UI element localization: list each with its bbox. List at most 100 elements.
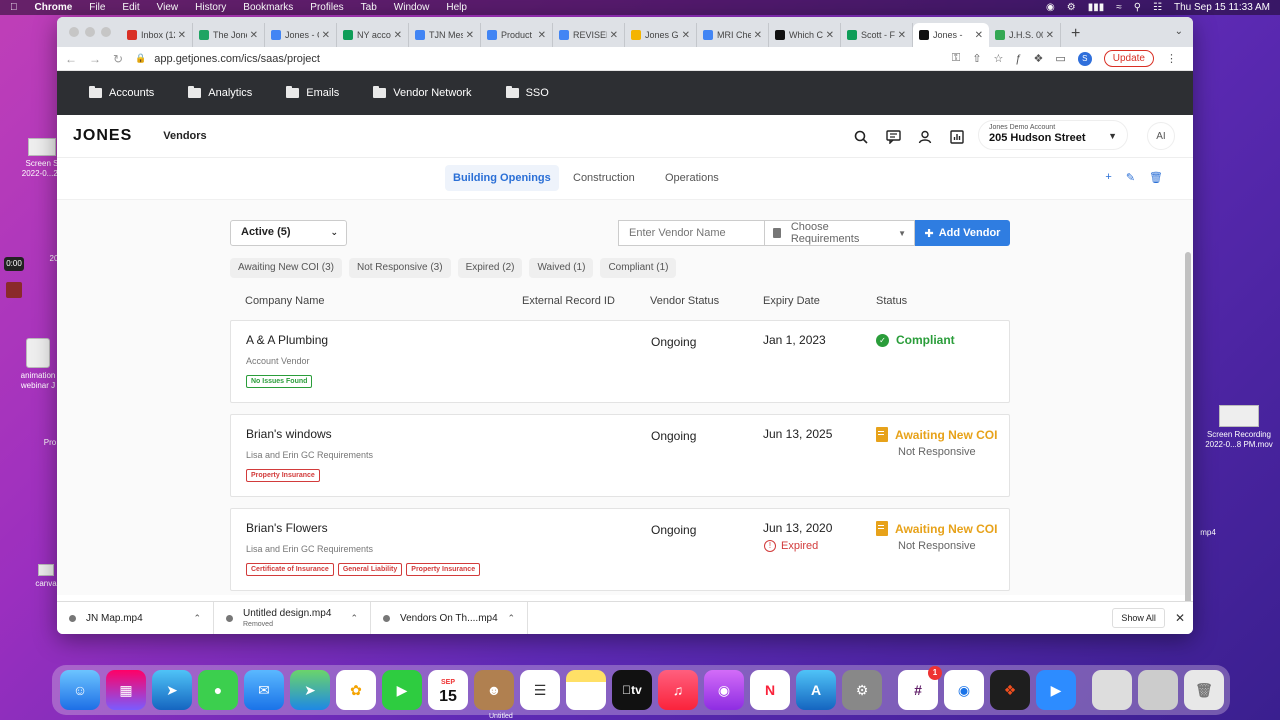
column-external-record-id[interactable]: External Record ID: [522, 295, 615, 307]
browser-tab[interactable]: TJN Mes ✕: [409, 23, 481, 47]
record-stop-icon[interactable]: [6, 282, 22, 298]
contacts-icon[interactable]: ☻: [474, 670, 514, 710]
menu-view[interactable]: View: [157, 2, 179, 13]
mail-icon[interactable]: ✉: [244, 670, 284, 710]
browser-tab[interactable]: Jones Gi ✕: [625, 23, 697, 47]
maximize-window-button[interactable]: [101, 27, 111, 37]
tab-building-openings[interactable]: Building Openings: [445, 165, 559, 191]
browser-tab[interactable]: Scott - F ✕: [841, 23, 913, 47]
lock-icon[interactable]: 🔒: [135, 53, 146, 64]
messages-icon[interactable]: ●: [198, 670, 238, 710]
table-row[interactable]: Brian's windows Lisa and Erin GC Require…: [230, 414, 1010, 497]
chip-expired[interactable]: Expired (2): [457, 258, 523, 278]
reload-icon[interactable]: ↻: [113, 52, 123, 66]
calendar-icon[interactable]: SEP 15: [428, 670, 468, 710]
menu-tab[interactable]: Tab: [361, 2, 377, 13]
close-icon[interactable]: ✕: [1175, 611, 1185, 625]
delete-trash-icon[interactable]: 🗑: [1149, 171, 1163, 184]
requirements-select[interactable]: Choose Requirements ▼: [764, 220, 915, 246]
menu-history[interactable]: History: [195, 2, 226, 13]
close-tab-icon[interactable]: ✕: [1046, 30, 1054, 41]
nav-analytics[interactable]: Analytics: [188, 86, 252, 99]
close-tab-icon[interactable]: ✕: [898, 30, 906, 41]
notes-icon[interactable]: [566, 670, 606, 710]
add-icon[interactable]: +: [1105, 171, 1111, 184]
recent-window-icon[interactable]: [1138, 670, 1178, 710]
apple-icon[interactable]: : [10, 2, 18, 13]
url-text[interactable]: app.getjones.com/ics/saas/project: [154, 53, 320, 65]
download-item[interactable]: JN Map.mp4 ⌃: [57, 601, 214, 634]
photos-icon[interactable]: ✿: [336, 670, 376, 710]
sidepanel-icon[interactable]: ▭: [1055, 52, 1065, 65]
gear-icon[interactable]: ⚙: [1067, 2, 1076, 13]
jones-logo[interactable]: JONES: [73, 127, 132, 145]
close-tab-icon[interactable]: ✕: [610, 30, 618, 41]
download-item[interactable]: Untitled design.mp4 Removed ⌃: [214, 601, 371, 634]
update-button[interactable]: Update: [1103, 50, 1154, 67]
tab-construction[interactable]: Construction: [565, 165, 643, 191]
browser-tab[interactable]: REVISED✕: [553, 23, 625, 47]
messages-icon[interactable]: [885, 129, 901, 145]
desktop-file-recording[interactable]: Screen Recording 2022-0...8 PM.mov: [1200, 405, 1278, 450]
close-tab-icon[interactable]: ✕: [754, 30, 762, 41]
new-tab-button[interactable]: +: [1061, 25, 1090, 43]
close-tab-icon[interactable]: ✕: [538, 30, 546, 41]
close-tab-icon[interactable]: ✕: [975, 30, 983, 41]
page-scrollbar[interactable]: [1185, 252, 1191, 622]
menu-chrome[interactable]: Chrome: [35, 2, 73, 13]
menu-bookmarks[interactable]: Bookmarks: [243, 2, 293, 13]
finder-icon[interactable]: ☺: [60, 670, 100, 710]
safari-icon[interactable]: ➤: [152, 670, 192, 710]
browser-tab[interactable]: NY accou✕: [337, 23, 409, 47]
more-menu-icon[interactable]: ⋮: [1166, 52, 1177, 65]
nav-vendor-network[interactable]: Vendor Network: [373, 86, 472, 99]
launchpad-icon[interactable]: ▦: [106, 670, 146, 710]
menu-profiles[interactable]: Profiles: [310, 2, 343, 13]
table-row[interactable]: Brian's Flowers Lisa and Erin GC Require…: [230, 508, 1010, 591]
show-all-downloads-button[interactable]: Show All: [1112, 608, 1165, 628]
company-name[interactable]: A & A Plumbing: [246, 333, 328, 347]
menu-window[interactable]: Window: [394, 2, 430, 13]
downloads-stack-icon[interactable]: [1092, 670, 1132, 710]
battery-icon[interactable]: ▮▮▮: [1088, 2, 1105, 13]
vendor-name-input[interactable]: [618, 220, 765, 246]
chevron-up-icon[interactable]: ⌃: [507, 613, 515, 624]
maps-icon[interactable]: ➤: [290, 670, 330, 710]
clock-text[interactable]: Thu Sep 15 11:33 AM: [1174, 2, 1270, 13]
system-preferences-icon[interactable]: ⚙: [842, 670, 882, 710]
chevron-up-icon[interactable]: ⌃: [350, 613, 358, 624]
search-icon[interactable]: ⚲: [1134, 2, 1141, 13]
browser-tab[interactable]: Jones - ✕: [913, 23, 989, 47]
user-icon[interactable]: [917, 129, 933, 145]
menu-edit[interactable]: Edit: [122, 2, 139, 13]
figma-icon[interactable]: ❖: [990, 670, 1030, 710]
chip-not-responsive[interactable]: Not Responsive (3): [348, 258, 451, 278]
edit-pencil-icon[interactable]: ✎: [1126, 171, 1135, 184]
close-tab-icon[interactable]: ✕: [682, 30, 690, 41]
minimize-window-button[interactable]: [85, 27, 95, 37]
search-icon[interactable]: [853, 129, 869, 145]
nav-sso[interactable]: SSO: [505, 86, 549, 99]
chip-awaiting-new-coi[interactable]: Awaiting New COI (3): [230, 258, 342, 278]
close-tab-icon[interactable]: ✕: [250, 30, 258, 41]
music-icon[interactable]: ♫: [658, 670, 698, 710]
control-center-icon[interactable]: ☷: [1153, 2, 1162, 13]
slack-icon[interactable]: #1: [898, 666, 942, 710]
omnibox[interactable]: 🔒 app.getjones.com/ics/saas/project: [135, 53, 952, 65]
chip-waived[interactable]: Waived (1): [529, 258, 594, 278]
reports-chart-icon[interactable]: [949, 129, 965, 145]
extensions-puzzle-icon[interactable]: ❖: [1033, 52, 1043, 65]
podcasts-icon[interactable]: ◉: [704, 670, 744, 710]
nav-emails[interactable]: Emails: [286, 86, 339, 99]
zoom-icon[interactable]: ▶: [1036, 670, 1076, 710]
column-expiry-date[interactable]: Expiry Date: [763, 295, 820, 307]
wifi-icon[interactable]: ≈: [1116, 2, 1122, 13]
profile-avatar[interactable]: S: [1077, 51, 1092, 66]
browser-tab[interactable]: The Jone✕: [193, 23, 265, 47]
close-tab-icon[interactable]: ✕: [178, 30, 186, 41]
record-icon[interactable]: ◉: [1046, 2, 1055, 13]
apple-tv-icon[interactable]: tv: [612, 670, 652, 710]
bookmark-star-icon[interactable]: ☆: [993, 52, 1003, 65]
close-window-button[interactable]: [69, 27, 79, 37]
company-name[interactable]: Brian's windows: [246, 427, 332, 441]
